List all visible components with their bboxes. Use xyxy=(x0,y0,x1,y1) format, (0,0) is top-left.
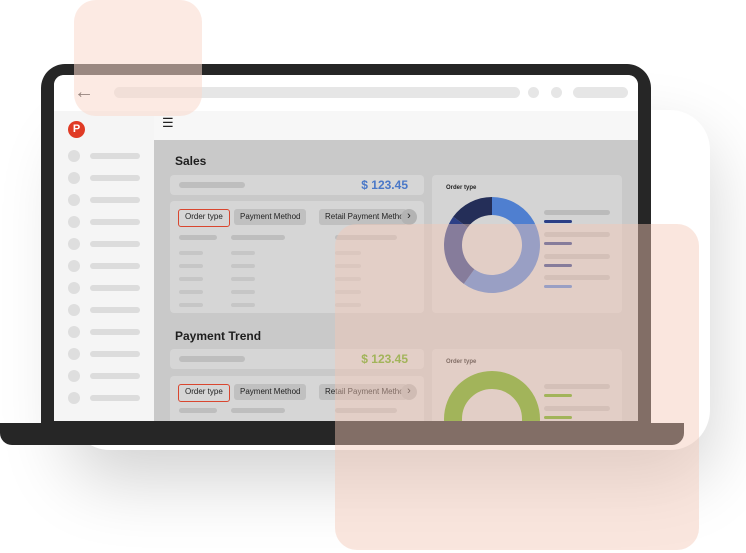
sidebar-item-label xyxy=(90,219,140,225)
legend-text-placeholder xyxy=(544,210,610,215)
sidebar-item-icon xyxy=(68,260,80,272)
table-cell-placeholder xyxy=(231,290,255,294)
sidebar-item-icon xyxy=(68,326,80,338)
browser-dot-2[interactable] xyxy=(551,87,562,98)
sales-total-card: $ 123.45 xyxy=(170,175,424,195)
table-cell-placeholder xyxy=(179,290,203,294)
sidebar-item-label xyxy=(90,395,140,401)
table-cell-placeholder xyxy=(179,303,203,307)
sales-total-placeholder xyxy=(179,182,245,188)
table-cell-placeholder xyxy=(179,251,203,255)
legend-swatch xyxy=(544,220,572,223)
hamburger-menu-icon[interactable]: ☰ xyxy=(162,115,174,131)
sidebar-item-label xyxy=(90,351,140,357)
decorative-shape-bottom xyxy=(335,224,699,550)
sidebar-item-icon xyxy=(68,150,80,162)
sidebar-item-icon xyxy=(68,348,80,360)
sidebar-item-icon xyxy=(68,194,80,206)
table-header-placeholder xyxy=(179,408,217,413)
sidebar-item-icon xyxy=(68,216,80,228)
sales-amount: $ 123.45 xyxy=(361,178,408,192)
table-cell-placeholder xyxy=(231,264,255,268)
table-cell-placeholder xyxy=(231,303,255,307)
sidebar-item-icon xyxy=(68,282,80,294)
brand-logo[interactable]: P xyxy=(68,121,85,138)
sidebar-item-label xyxy=(90,307,140,313)
sidebar-item-icon xyxy=(68,238,80,250)
sidebar-item-label xyxy=(90,285,140,291)
table-header-placeholder xyxy=(179,235,217,240)
sidebar-item-label xyxy=(90,153,140,159)
sidebar-item-label xyxy=(90,197,140,203)
sales-chart-label: Order type xyxy=(446,185,477,191)
payment-trend-title: Payment Trend xyxy=(175,329,262,343)
sales-tab-payment-method[interactable]: Payment Method xyxy=(234,209,307,225)
sidebar-item-label xyxy=(90,329,140,335)
table-header-placeholder xyxy=(231,235,285,240)
sidebar-item-icon xyxy=(68,304,80,316)
sidebar: P xyxy=(54,111,154,421)
sidebar-item-label xyxy=(90,241,140,247)
sidebar-item-icon xyxy=(68,392,80,404)
table-cell-placeholder xyxy=(231,251,255,255)
sidebar-item-icon xyxy=(68,370,80,382)
trend-tab-payment-method[interactable]: Payment Method xyxy=(234,384,307,400)
sales-tab-retail-payment-method[interactable]: Retail Payment Method xyxy=(319,209,407,225)
sidebar-item-label xyxy=(90,373,140,379)
chevron-right-icon[interactable]: › xyxy=(401,209,417,225)
sidebar-item-label xyxy=(90,263,140,269)
table-cell-placeholder xyxy=(231,277,255,281)
table-cell-placeholder xyxy=(179,277,203,281)
top-nav: ☰ xyxy=(154,111,638,140)
trend-tab-order-type[interactable]: Order type xyxy=(178,384,230,402)
table-cell-placeholder xyxy=(179,264,203,268)
logo-letter: P xyxy=(72,123,81,135)
browser-dot-1[interactable] xyxy=(528,87,539,98)
table-header-placeholder xyxy=(231,408,285,413)
decorative-shape-top xyxy=(74,0,202,116)
sidebar-item-icon xyxy=(68,172,80,184)
browser-pill[interactable] xyxy=(573,87,628,98)
sidebar-item-label xyxy=(90,175,140,181)
sales-title: Sales xyxy=(175,154,207,168)
trend-total-placeholder xyxy=(179,356,245,362)
sales-tab-order-type[interactable]: Order type xyxy=(178,209,230,227)
